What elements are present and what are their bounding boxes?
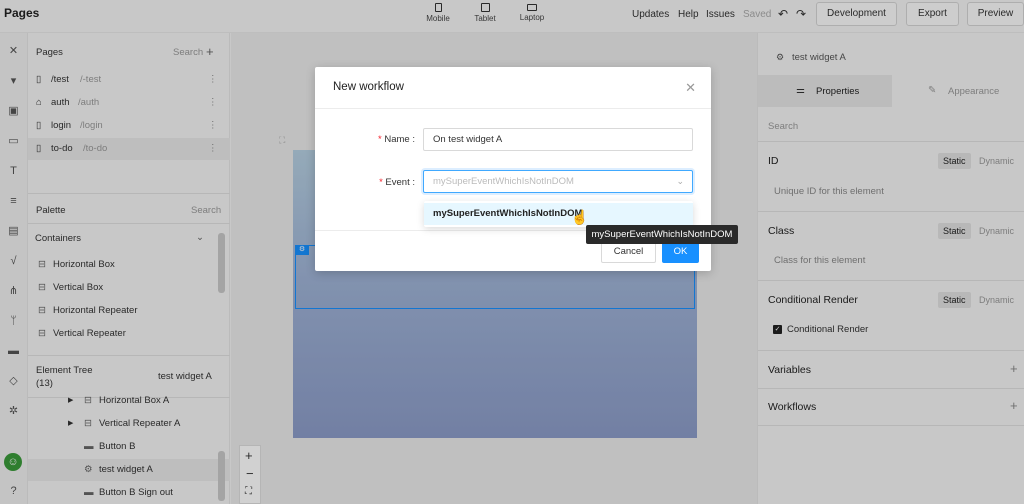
event-option[interactable]: mySuperEventWhichIsNotInDOM [424, 203, 693, 225]
hand-cursor-icon: ☝ [571, 209, 589, 225]
event-label: * Event : [379, 177, 415, 188]
name-input[interactable]: On test widget A [423, 128, 693, 151]
name-label: * Name : [378, 134, 415, 145]
modal-title: New workflow [333, 81, 404, 93]
event-select[interactable]: mySuperEventWhichIsNotInDOM ⌄ [423, 170, 693, 193]
event-dropdown: mySuperEventWhichIsNotInDOM [424, 201, 693, 227]
chevron-down-icon: ⌄ [676, 176, 684, 186]
divider [315, 108, 711, 109]
ok-button[interactable]: OK [662, 241, 699, 263]
close-icon[interactable]: ✕ [685, 80, 696, 96]
option-tooltip: mySuperEventWhichIsNotInDOM [586, 225, 738, 244]
cancel-button[interactable]: Cancel [601, 241, 656, 263]
